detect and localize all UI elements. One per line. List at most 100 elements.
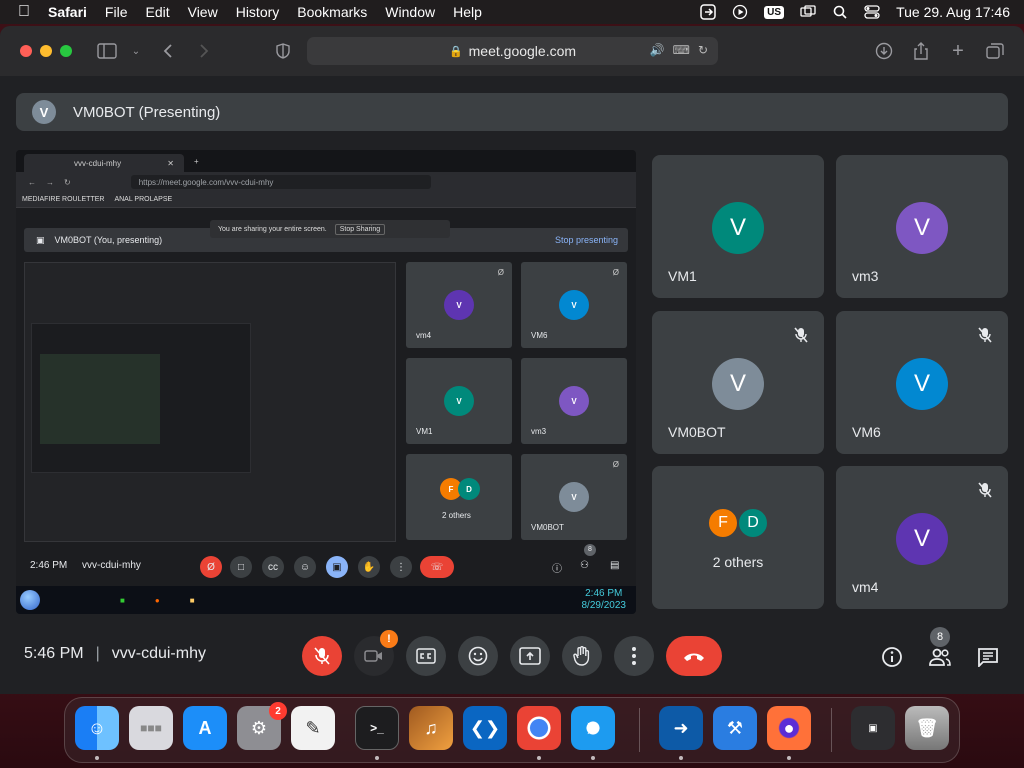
emoji-reactions-button[interactable]: [458, 636, 498, 676]
app-store-icon[interactable]: A: [183, 706, 227, 750]
share-icon[interactable]: [911, 41, 931, 61]
spotlight-search-icon[interactable]: [832, 5, 848, 19]
minimize-window-button[interactable]: [40, 45, 52, 57]
dock: ☺ ■■■ A ⚙ 2 ✎ >_ ♫ ❮❯ ➤ ➜ ⚒ ● ▣ 🗑: [64, 697, 960, 763]
forward-icon[interactable]: [194, 41, 214, 61]
participant-avatar: V: [712, 358, 764, 410]
shared-chat-icon: ▤: [610, 560, 620, 571]
participant-tile-vm1[interactable]: V VM1: [652, 155, 824, 298]
menu-window[interactable]: Window: [385, 4, 435, 20]
system-settings-icon[interactable]: ⚙ 2: [237, 702, 287, 750]
leave-call-button[interactable]: [666, 636, 722, 676]
camera-toggle-button[interactable]: !: [354, 630, 398, 676]
shared-meeting-code: vvv-cdui-mhy: [82, 560, 141, 571]
apple-icon[interactable]: : [18, 3, 34, 21]
shared-info-icon: ⓘ: [552, 564, 562, 575]
shared-clock-time: 2:46 PM: [585, 588, 623, 599]
captions-button[interactable]: [406, 636, 446, 676]
shared-mic-button: Ø: [200, 556, 222, 578]
menubar-clock[interactable]: Tue 29. Aug 17:46: [896, 4, 1010, 20]
shared-tile-vm3: V vm3: [521, 358, 627, 444]
more-options-button[interactable]: [614, 636, 654, 676]
raise-hand-button[interactable]: [562, 636, 602, 676]
presenting-label: VM0BOT (Presenting): [73, 103, 221, 121]
remote-desktop-app-icon[interactable]: ➜: [659, 706, 703, 750]
tab-overview-icon[interactable]: [985, 41, 1005, 61]
display-mirror-icon[interactable]: [800, 5, 816, 19]
vscode-icon[interactable]: ❮❯: [463, 706, 507, 750]
sidebar-toggle-icon[interactable]: [97, 41, 117, 61]
firefox-icon[interactable]: ●: [767, 706, 811, 750]
play-circle-icon[interactable]: [732, 4, 748, 20]
terminal-icon[interactable]: >_: [355, 706, 399, 750]
people-count-badge: 8: [930, 627, 950, 647]
xcode-icon[interactable]: ⚒: [713, 706, 757, 750]
menu-bookmarks[interactable]: Bookmarks: [297, 4, 367, 20]
shared-start-orb-icon: [20, 590, 40, 610]
shared-taskbar-folder-icon: ■: [189, 595, 195, 605]
others-avatar-b: D: [737, 507, 769, 539]
downloads-icon[interactable]: [874, 41, 894, 61]
meeting-info-icon[interactable]: [880, 645, 904, 669]
running-indicator: [787, 756, 791, 760]
participant-tile-others[interactable]: F D 2 others: [652, 466, 824, 609]
shared-tile-avatar: V: [444, 386, 474, 416]
remote-desktop-icon[interactable]: [700, 4, 716, 20]
shared-tile-others: F D 2 others: [406, 454, 512, 540]
textedit-icon[interactable]: ✎: [291, 706, 335, 750]
address-bar[interactable]: 🔒 meet.google.com 🔊 ⌨ ↻: [307, 37, 718, 65]
shared-forward-icon: →: [46, 177, 54, 187]
shared-present-button: ▣: [326, 556, 348, 578]
garageband-icon[interactable]: ♫: [409, 706, 453, 750]
close-window-button[interactable]: [20, 45, 32, 57]
participant-tile-vm3[interactable]: V vm3: [836, 155, 1008, 298]
meet-content: V VM0BOT (Presenting) vvv-cdui-mhy ✕ + ←…: [0, 76, 1024, 694]
shared-emoji-button: ☺: [294, 556, 316, 578]
menu-view[interactable]: View: [188, 4, 218, 20]
address-bar-url: meet.google.com: [468, 43, 577, 59]
participant-avatar: V: [896, 513, 948, 565]
shared-hand-button: ✋: [358, 556, 380, 578]
menu-edit[interactable]: Edit: [145, 4, 169, 20]
privacy-shield-icon[interactable]: [273, 41, 293, 61]
participant-name: VM0BOT: [668, 424, 726, 440]
safari-icon[interactable]: ➤: [571, 706, 615, 750]
menu-file[interactable]: File: [105, 4, 128, 20]
fullscreen-window-button[interactable]: [60, 45, 72, 57]
input-source-badge[interactable]: US: [764, 5, 785, 19]
chrome-icon[interactable]: [517, 706, 561, 750]
chat-icon[interactable]: [976, 645, 1000, 669]
translate-icon[interactable]: ⌨: [673, 43, 690, 57]
participant-tile-vm6[interactable]: V VM6: [836, 311, 1008, 454]
audio-playing-icon[interactable]: 🔊: [650, 43, 665, 57]
new-tab-icon[interactable]: +: [948, 40, 968, 62]
screenshot-preview-icon[interactable]: ▣: [851, 706, 895, 750]
present-now-button[interactable]: [510, 636, 550, 676]
menu-app-name[interactable]: Safari: [48, 4, 87, 20]
back-icon[interactable]: [158, 41, 178, 61]
shared-clock: 2:46 PM 8/29/2023: [582, 588, 627, 612]
participant-tile-vm4[interactable]: V vm4: [836, 466, 1008, 609]
meeting-time: 5:46 PM: [24, 645, 84, 662]
shared-new-tab-icon: +: [194, 156, 199, 166]
mic-off-icon: [978, 327, 992, 343]
shared-screen[interactable]: vvv-cdui-mhy ✕ + ← → ↻ https://meet.goog…: [16, 150, 636, 614]
mic-toggle-button[interactable]: [302, 636, 342, 676]
menu-history[interactable]: History: [236, 4, 280, 20]
shared-camera-button: □: [230, 556, 252, 578]
shared-tile-avatar: V: [559, 386, 589, 416]
shared-share-notice: You are sharing your entire screen. Stop…: [210, 220, 450, 238]
people-icon[interactable]: 8: [928, 627, 952, 669]
shared-hangup-button: ☏: [420, 556, 454, 578]
menu-help[interactable]: Help: [453, 4, 482, 20]
chevron-down-icon[interactable]: ⌄: [126, 41, 146, 61]
participant-tile-vmobot[interactable]: V VM0BOT: [652, 311, 824, 454]
finder-icon[interactable]: ☺: [75, 706, 119, 750]
launchpad-icon[interactable]: ■■■: [129, 706, 173, 750]
shared-mic-off-icon: Ø: [612, 268, 619, 277]
shared-tile-vm4: Ø V vm4: [406, 262, 512, 348]
meeting-details: 5:46 PM | vvv-cdui-mhy: [24, 645, 206, 663]
control-center-icon[interactable]: [864, 5, 880, 19]
reload-icon[interactable]: ↻: [698, 43, 708, 57]
trash-icon[interactable]: 🗑: [905, 706, 949, 750]
